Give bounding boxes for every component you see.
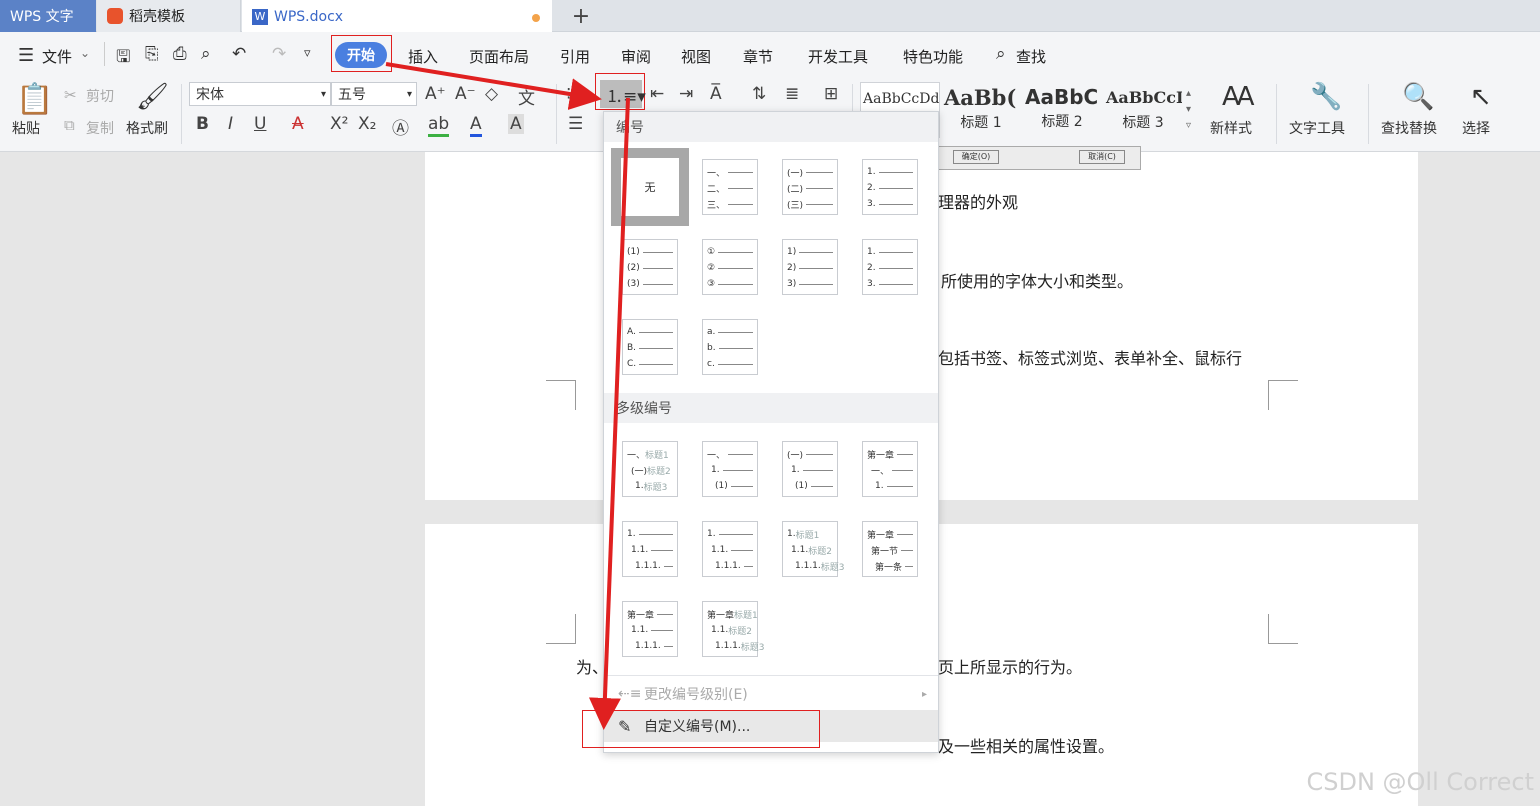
arrow-to-custom [588, 97, 630, 730]
watermark: CSDN @Oll Correct [1306, 768, 1534, 796]
arrow-to-numbering [385, 62, 602, 110]
annotation-arrows [385, 62, 630, 730]
